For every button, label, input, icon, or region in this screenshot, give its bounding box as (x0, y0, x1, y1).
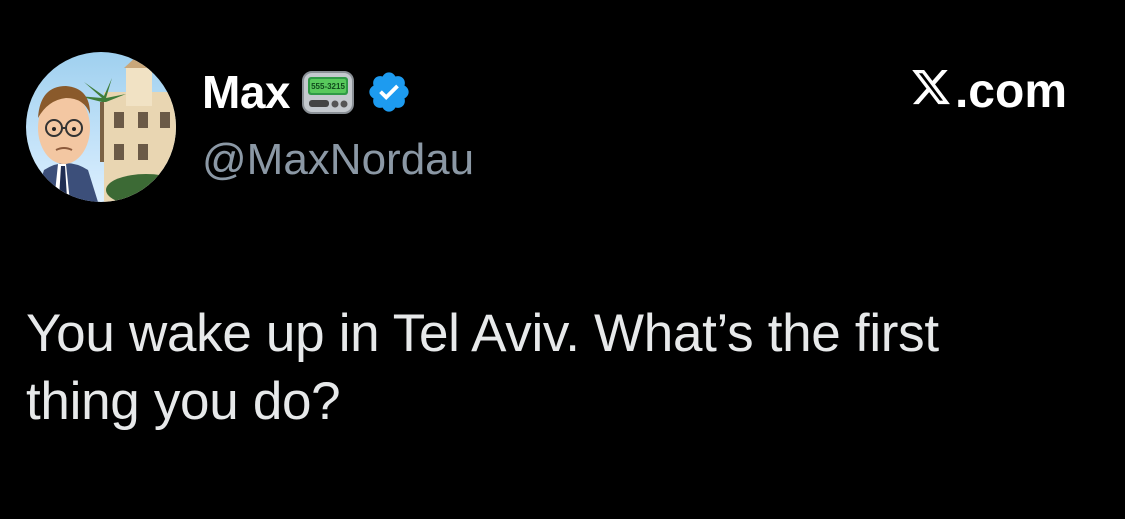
display-name[interactable]: Max (202, 69, 290, 115)
brand-domain-suffix: .com (954, 64, 1067, 118)
author-handle[interactable]: @MaxNordau (202, 138, 474, 182)
pager-emoji-text: 555-3215 (311, 82, 345, 91)
brand-watermark: .com (909, 66, 1067, 117)
avatar[interactable] (26, 52, 176, 202)
author-name-row[interactable]: Max 555-3215 (202, 60, 412, 124)
avatar-image (26, 52, 176, 202)
x-logo-icon (909, 66, 953, 117)
tweet-text: You wake up in Tel Aviv. What’s the firs… (26, 304, 939, 431)
pager-emoji-icon: 555-3215 (301, 69, 354, 115)
verified-badge-icon[interactable] (366, 69, 412, 115)
